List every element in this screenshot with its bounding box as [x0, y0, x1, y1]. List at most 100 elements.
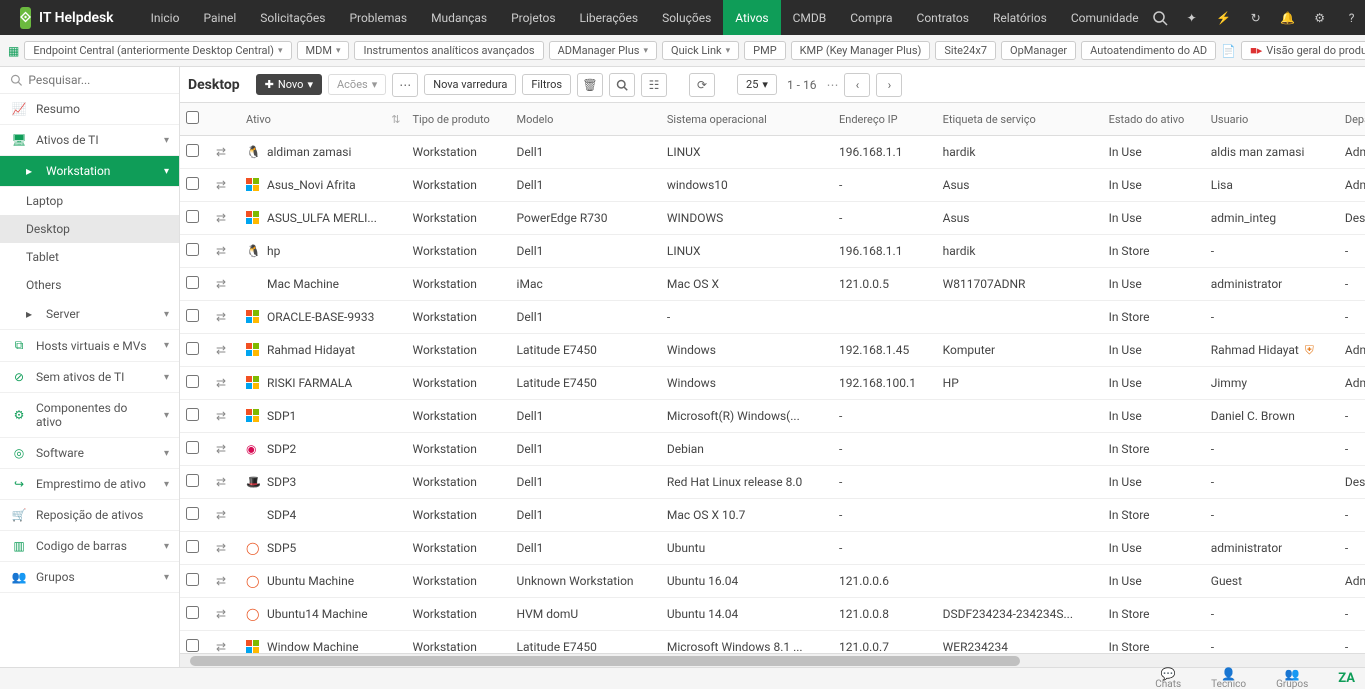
search-icon[interactable] [1151, 9, 1169, 27]
row-checkbox[interactable] [186, 639, 199, 652]
row-checkbox[interactable] [186, 507, 199, 520]
sidebar-item-emprestimo-de-ativo[interactable]: ↪Emprestimo de ativo▾ [0, 469, 179, 500]
nav-compra[interactable]: Compra [838, 0, 904, 35]
nav-inicio[interactable]: Inicio [139, 0, 192, 35]
table-wrap[interactable]: Ativo ⇅Tipo de produtoModeloSistema oper… [180, 103, 1365, 653]
relationship-icon[interactable]: ⇄ [216, 310, 226, 324]
relationship-icon[interactable]: ⇄ [216, 574, 226, 588]
columns-icon[interactable]: ☷ [641, 73, 667, 97]
sidebar-item-resumo[interactable]: 📈Resumo [0, 94, 179, 125]
sidebar-sub-others[interactable]: Others [0, 271, 179, 299]
footer-groups[interactable]: 👥Grupos [1276, 668, 1308, 690]
nav-comunidade[interactable]: Comunidade [1059, 0, 1151, 35]
col-endereço-ip[interactable]: Endereço IP [833, 103, 937, 136]
table-row[interactable]: ⇄ Rahmad HidayatWorkstationLatitude E745… [180, 334, 1365, 367]
row-checkbox[interactable] [186, 342, 199, 355]
sidebar-sub-laptop[interactable]: Laptop [0, 187, 179, 215]
col-etiqueta-de-serviço[interactable]: Etiqueta de serviço [937, 103, 1103, 136]
col-departamento[interactable]: Departamento [1339, 103, 1365, 136]
sidebar-item-hosts-virtuais-e-mvs[interactable]: ⧉Hosts virtuais e MVs▾ [0, 330, 179, 362]
row-checkbox[interactable] [186, 408, 199, 421]
col-col0[interactable] [180, 103, 210, 136]
row-checkbox[interactable] [186, 243, 199, 256]
row-checkbox[interactable] [186, 177, 199, 190]
filters-button[interactable]: Filtros [522, 74, 571, 95]
chip-kmp-key-manager-plus[interactable]: KMP (Key Manager Plus) [791, 41, 931, 60]
nav-relatórios[interactable]: Relatórios [981, 0, 1059, 35]
nav-mudanças[interactable]: Mudanças [419, 0, 499, 35]
nav-painel[interactable]: Painel [191, 0, 248, 35]
chip-pmp[interactable]: PMP [744, 41, 785, 60]
col-usuario[interactable]: Usuario [1205, 103, 1339, 136]
chip-autoatendimento-do-a[interactable]: Autoatendimento do AD [1081, 41, 1216, 60]
next-page-icon[interactable]: › [876, 73, 902, 97]
more-icon[interactable]: ⋯ [392, 73, 418, 97]
relationship-icon[interactable]: ⇄ [216, 178, 226, 192]
row-checkbox[interactable] [186, 375, 199, 388]
table-row[interactable]: ⇄ Window MachineWorkstationLatitude E745… [180, 631, 1365, 654]
chip-quick-link[interactable]: Quick Link▾ [662, 41, 739, 60]
sidebar-item-sem-ativos-de-ti[interactable]: ⊘Sem ativos de TI▾ [0, 362, 179, 393]
sidebar-item-componentes-do-ativo[interactable]: ⚙Componentes do ativo▾ [0, 393, 179, 438]
row-checkbox[interactable] [186, 606, 199, 619]
row-checkbox[interactable] [186, 474, 199, 487]
pin-icon[interactable]: ✦ [1183, 9, 1201, 27]
chip-site24x7[interactable]: Site24x7 [935, 41, 996, 60]
nav-ativos[interactable]: Ativos [723, 0, 780, 35]
row-checkbox[interactable] [186, 144, 199, 157]
gear-icon[interactable]: ⚙ [1311, 9, 1329, 27]
row-checkbox[interactable] [186, 309, 199, 322]
table-row[interactable]: ⇄ Asus_Novi AfritaWorkstationDell1window… [180, 169, 1365, 202]
relationship-icon[interactable]: ⇄ [216, 508, 226, 522]
row-checkbox[interactable] [186, 210, 199, 223]
table-row[interactable]: ⇄ SDP4WorkstationDell1Mac OS X 10.7-In S… [180, 499, 1365, 532]
refresh-icon[interactable]: ⟳ [689, 73, 715, 97]
sidebar-sub-tablet[interactable]: Tablet [0, 243, 179, 271]
nav-cmdb[interactable]: CMDB [781, 0, 839, 35]
nav-soluções[interactable]: Soluções [650, 0, 723, 35]
relationship-icon[interactable]: ⇄ [216, 211, 226, 225]
row-checkbox[interactable] [186, 276, 199, 289]
row-checkbox[interactable] [186, 441, 199, 454]
row-checkbox[interactable] [186, 540, 199, 553]
relationship-icon[interactable]: ⇄ [216, 277, 226, 291]
table-row[interactable]: ⇄ RISKI FARMALAWorkstationLatitude E7450… [180, 367, 1365, 400]
footer-chats[interactable]: 💬Chats [1155, 668, 1181, 690]
nav-projetos[interactable]: Projetos [499, 0, 567, 35]
table-row[interactable]: ⇄ ASUS_ULFA MERLI...WorkstationPowerEdge… [180, 202, 1365, 235]
col-modelo[interactable]: Modelo [511, 103, 661, 136]
sidebar-item-codigo-de-barras[interactable]: ▥Codigo de barras▾ [0, 531, 179, 562]
bell-icon[interactable]: 🔔 [1279, 9, 1297, 27]
new-button[interactable]: ✚ Novo ▾ [256, 74, 322, 95]
table-row[interactable]: ⇄◉ SDP2WorkstationDell1Debian-In Store-- [180, 433, 1365, 466]
prev-page-icon[interactable]: ‹ [844, 73, 870, 97]
actions-button[interactable]: Acões ▾ [328, 74, 386, 95]
nav-solicitações[interactable]: Solicitações [248, 0, 337, 35]
relationship-icon[interactable]: ⇄ [216, 640, 226, 653]
table-row[interactable]: ⇄ Mac MachineWorkstationiMacMac OS X121.… [180, 268, 1365, 301]
chip-opmanager[interactable]: OpManager [1001, 41, 1076, 60]
toolbar-search-icon[interactable] [609, 73, 635, 97]
overview-video-chip[interactable]: ■▸ Visão geral do produto [1241, 41, 1365, 60]
delete-icon[interactable]: 🗑 [577, 73, 603, 97]
sidebar-item-server[interactable]: ▸Server▾ [0, 299, 179, 330]
module-icon[interactable]: ▦ [8, 41, 19, 61]
new-scan-button[interactable]: Nova varredura [424, 74, 516, 95]
row-checkbox[interactable] [186, 573, 199, 586]
relationship-icon[interactable]: ⇄ [216, 244, 226, 258]
sidebar-item-reposição-de-ativos[interactable]: 🛒Reposição de ativos [0, 500, 179, 531]
help-icon[interactable]: ? [1343, 9, 1361, 27]
table-row[interactable]: ⇄◯ SDP5WorkstationDell1Ubuntu-In Useadmi… [180, 532, 1365, 565]
table-row[interactable]: ⇄🎩 SDP3WorkstationDell1Red Hat Linux rel… [180, 466, 1365, 499]
page-size-button[interactable]: 25 ▾ [737, 74, 777, 95]
chip-endpoint-central-ant[interactable]: Endpoint Central (anteriormente Desktop … [24, 41, 291, 60]
select-all-checkbox[interactable] [186, 111, 199, 124]
table-row[interactable]: ⇄ ORACLE-BASE-9933WorkstationDell1-In St… [180, 301, 1365, 334]
nav-liberações[interactable]: Liberações [568, 0, 651, 35]
note-icon[interactable]: 📄 [1221, 41, 1236, 61]
relationship-icon[interactable]: ⇄ [216, 607, 226, 621]
table-row[interactable]: ⇄ SDP1WorkstationDell1Microsoft(R) Windo… [180, 400, 1365, 433]
relationship-icon[interactable]: ⇄ [216, 541, 226, 555]
relationship-icon[interactable]: ⇄ [216, 343, 226, 357]
col-ativo[interactable]: Ativo ⇅ [240, 103, 406, 136]
